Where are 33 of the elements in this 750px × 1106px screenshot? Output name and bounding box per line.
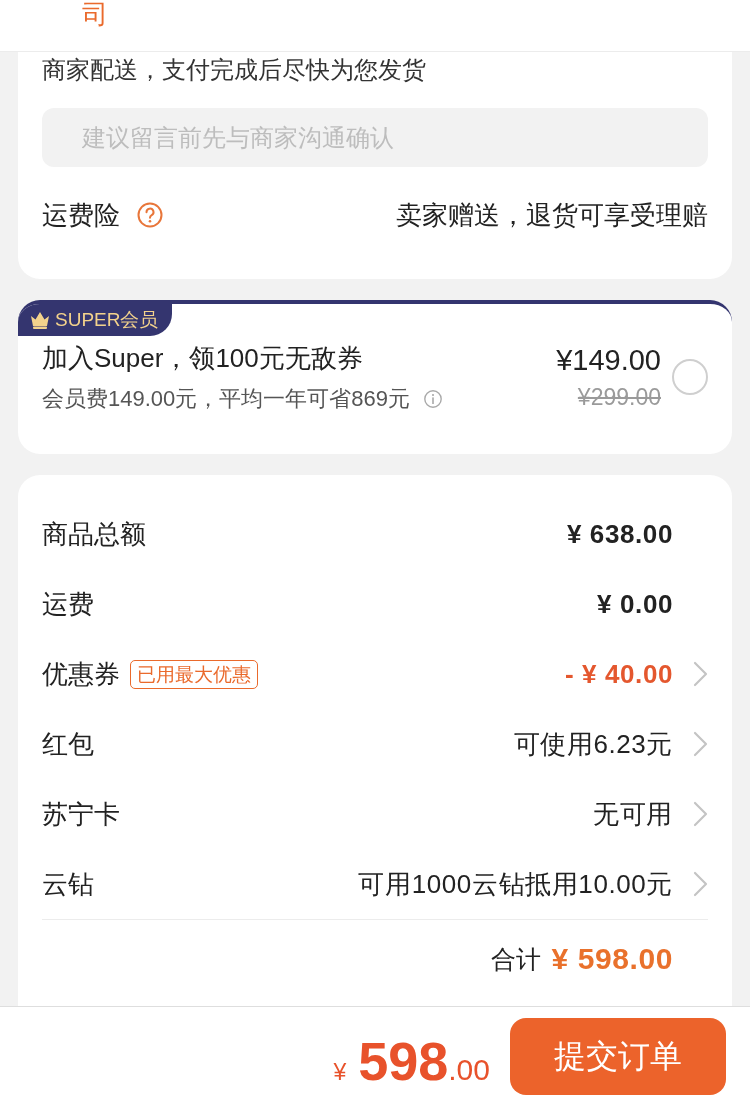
summary-label: 苏宁卡 (42, 798, 120, 831)
chevron-right-icon[interactable] (693, 801, 708, 827)
info-icon[interactable] (424, 390, 442, 408)
summary-label: 商品总额 (42, 518, 146, 551)
membership-title: 加入Super，领100元无敌券 (42, 342, 364, 375)
membership-badge-text: SUPER会员 (55, 307, 159, 332)
membership-subtitle: 会员费149.00元，平均一年可省869元 (42, 385, 410, 413)
summary-label: 红包 (42, 728, 94, 761)
discount-tag: 已用最大优惠 (130, 659, 258, 689)
summary-value[interactable]: - ¥ 40.00 (564, 657, 673, 691)
chevron-right-icon[interactable] (693, 871, 708, 897)
summary-value[interactable]: 无可用 (593, 797, 673, 831)
summary-value[interactable]: 可使用6.23元 (513, 727, 673, 761)
original-price: ¥299.00 (577, 383, 661, 412)
crown-icon (30, 310, 50, 329)
summary-label: 云钻 (42, 868, 94, 901)
chevron-right-icon[interactable] (693, 731, 708, 757)
total-value: ¥ 598.00 (551, 941, 673, 977)
header-title: 司 (82, 0, 108, 28)
membership-price: ¥149.00 (556, 343, 661, 378)
summary-label: 运费 (42, 588, 94, 621)
insurance-value: 卖家赠送，退货可享受理赔 (396, 199, 708, 232)
summary-value: ¥ 638.00 (567, 518, 673, 551)
summary-label: 优惠券 (42, 658, 120, 691)
summary-value: ¥ 0.00 (597, 588, 673, 621)
delivery-note: 商家配送，支付完成后尽快为您发货 (42, 55, 427, 85)
total-label: 合计 (491, 944, 542, 975)
chevron-right-icon[interactable] (693, 661, 708, 687)
membership-radio[interactable] (672, 359, 708, 395)
help-icon[interactable] (137, 202, 163, 228)
payable-price: ¥ 598.00 (333, 1029, 490, 1092)
summary-value[interactable]: 可用1000云钻抵用10.00元 (358, 867, 673, 901)
insurance-label: 运费险 (42, 199, 120, 232)
